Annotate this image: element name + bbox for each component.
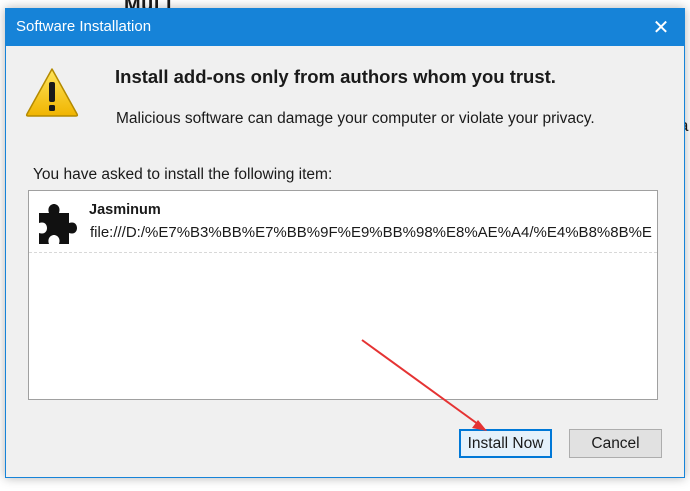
item-name: Jasminum (89, 202, 161, 218)
close-icon: ✕ (652, 17, 670, 39)
software-installation-dialog: Software Installation ✕ Install add-ons … (5, 8, 685, 478)
dialog-titlebar: Software Installation ✕ (6, 9, 684, 46)
install-list-label: You have asked to install the following … (33, 166, 333, 183)
warning-heading: Install add-ons only from authors whom y… (115, 66, 556, 87)
install-item-list[interactable]: Jasminum file:///D:/%E7%B3%BB%E7%BB%9F%E… (28, 190, 658, 400)
close-button[interactable]: ✕ (638, 9, 684, 46)
warning-subtext: Malicious software can damage your compu… (116, 110, 595, 127)
item-url: file:///D:/%E7%B3%BB%E7%BB%9F%E9%BB%98%E… (90, 224, 652, 241)
cancel-button[interactable]: Cancel (569, 429, 662, 458)
warning-icon (25, 68, 79, 117)
install-now-button[interactable]: Install Now (459, 429, 552, 458)
puzzle-piece-icon (39, 204, 77, 244)
list-item[interactable]: Jasminum file:///D:/%E7%B3%BB%E7%BB%9F%E… (29, 191, 657, 253)
dialog-title: Software Installation (16, 18, 152, 35)
